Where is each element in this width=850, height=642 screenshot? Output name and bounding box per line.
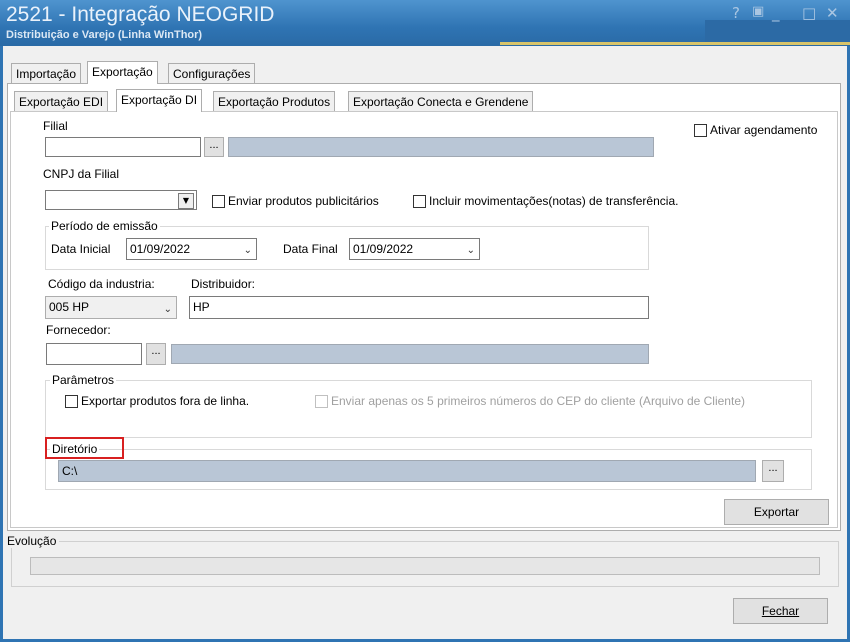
enviar-publicitarios-checkbox[interactable] bbox=[212, 195, 225, 208]
maximize-icon[interactable]: □ bbox=[802, 4, 816, 22]
parametros-group bbox=[45, 380, 812, 438]
data-inicial-label: Data Inicial bbox=[51, 242, 111, 256]
fechar-button[interactable]: Fechar bbox=[733, 598, 828, 624]
filial-description-field bbox=[228, 137, 654, 157]
fornecedor-browse-button[interactable]: ... bbox=[146, 343, 166, 365]
tab-importacao[interactable]: Importação bbox=[11, 63, 82, 84]
window-border-left bbox=[0, 46, 3, 642]
evolucao-label: Evolução bbox=[7, 534, 60, 548]
enviar-cep-label[interactable]: Enviar apenas os 5 primeiros números do … bbox=[331, 394, 745, 408]
enviar-cep-checkbox[interactable] bbox=[315, 395, 328, 408]
tab-exportacao-di[interactable]: Exportação DI bbox=[116, 89, 203, 112]
title-accent bbox=[500, 42, 850, 45]
ativar-agendamento-label[interactable]: Ativar agendamento bbox=[710, 123, 817, 137]
codigo-industria-select[interactable]: 005 HP ⌄ bbox=[45, 296, 177, 319]
chevron-down-icon[interactable]: ⌄ bbox=[244, 241, 252, 259]
data-inicial-value: 01/09/2022 bbox=[130, 242, 191, 256]
tab-exportacao-conecta[interactable]: Exportação Conecta e Grendene bbox=[348, 91, 534, 112]
tab-exportacao-edi[interactable]: Exportação EDI bbox=[14, 91, 109, 112]
exportar-fora-linha-label[interactable]: Exportar produtos fora de linha. bbox=[81, 394, 249, 408]
exportar-button[interactable]: Exportar bbox=[724, 499, 829, 525]
app-window: 2521 - Integração NEOGRID Distribuição e… bbox=[0, 0, 850, 642]
exportar-fora-linha-checkbox[interactable] bbox=[65, 395, 78, 408]
data-final-label: Data Final bbox=[283, 242, 338, 256]
data-inicial-picker[interactable]: 01/09/2022 ⌄ bbox=[126, 238, 257, 260]
cnpj-select[interactable]: ▼ bbox=[45, 190, 197, 210]
close-icon[interactable]: ✕ bbox=[826, 4, 839, 22]
ativar-agendamento-checkbox[interactable] bbox=[694, 124, 707, 137]
incluir-movimentacoes-label[interactable]: Incluir movimentações(notas) de transfer… bbox=[429, 194, 678, 208]
data-final-value: 01/09/2022 bbox=[353, 242, 414, 256]
chevron-down-icon[interactable]: ⌄ bbox=[164, 299, 172, 318]
parametros-label: Parâmetros bbox=[50, 373, 117, 387]
fornecedor-description-field bbox=[171, 344, 649, 364]
cnpj-label: CNPJ da Filial bbox=[43, 167, 120, 181]
filial-browse-button[interactable]: ... bbox=[204, 137, 224, 157]
window-title: 2521 - Integração NEOGRID bbox=[6, 3, 275, 26]
sub-tab-panel: Filial ... Ativar agendamento CNPJ da Fi… bbox=[10, 111, 838, 528]
title-bar[interactable]: 2521 - Integração NEOGRID Distribuição e… bbox=[0, 0, 850, 46]
minimize-icon[interactable]: _ bbox=[772, 4, 780, 22]
progress-bar bbox=[30, 557, 820, 575]
data-final-picker[interactable]: 01/09/2022 ⌄ bbox=[349, 238, 480, 260]
chevron-down-icon[interactable]: ▼ bbox=[178, 193, 194, 209]
incluir-movimentacoes-checkbox[interactable] bbox=[413, 195, 426, 208]
filial-input[interactable] bbox=[45, 137, 201, 157]
window-subtitle: Distribuição e Varejo (Linha WinThor) bbox=[6, 29, 203, 41]
tab-configuracoes[interactable]: Configurações bbox=[168, 63, 256, 84]
chevron-down-icon[interactable]: ⌄ bbox=[467, 241, 475, 259]
periodo-label: Período de emissão bbox=[49, 219, 160, 233]
diretorio-input[interactable]: C:\ bbox=[58, 460, 756, 482]
help-icon[interactable]: ? bbox=[732, 4, 740, 22]
main-tab-panel: Exportação EDI Exportação DI Exportação … bbox=[7, 83, 841, 531]
filial-label: Filial bbox=[43, 119, 68, 133]
restore-icon[interactable]: ▣ bbox=[752, 4, 764, 19]
distribuidor-label: Distribuidor: bbox=[191, 277, 256, 291]
diretorio-browse-button[interactable]: ... bbox=[762, 460, 784, 482]
tab-exportacao-produtos[interactable]: Exportação Produtos bbox=[213, 91, 336, 112]
title-shade bbox=[705, 20, 850, 42]
diretorio-highlight bbox=[45, 437, 124, 459]
codigo-industria-label: Código da industria: bbox=[48, 277, 155, 291]
fornecedor-label: Fornecedor: bbox=[46, 323, 111, 337]
fornecedor-input[interactable] bbox=[46, 343, 142, 365]
distribuidor-input[interactable]: HP bbox=[189, 296, 649, 319]
enviar-publicitarios-label[interactable]: Enviar produtos publicitários bbox=[228, 194, 379, 208]
tab-exportacao[interactable]: Exportação bbox=[87, 61, 158, 84]
codigo-industria-value: 005 HP bbox=[49, 300, 90, 314]
